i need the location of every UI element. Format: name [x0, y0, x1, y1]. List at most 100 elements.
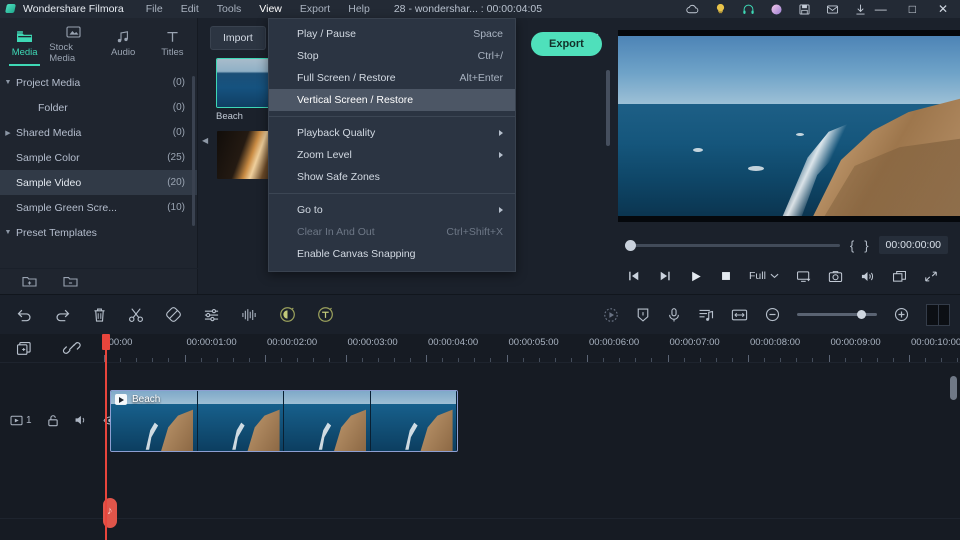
tab-titles[interactable]: Titles: [148, 18, 197, 66]
audio-detach-icon[interactable]: [698, 307, 714, 323]
menu-item-vertical-screen-restore[interactable]: Vertical Screen / Restore: [269, 89, 515, 111]
link-chain-icon[interactable]: [64, 341, 80, 355]
library-scrollbar[interactable]: [192, 76, 195, 226]
sidebar-item-sample-color[interactable]: Sample Color (25): [0, 145, 197, 170]
undo-icon[interactable]: [16, 307, 33, 322]
menu-export[interactable]: Export: [300, 3, 330, 15]
sidebar-item-sample-video[interactable]: Sample Video (20): [0, 170, 197, 195]
menu-item-full-screen-restore[interactable]: Full Screen / Restore Alt+Enter: [269, 67, 515, 89]
lightbulb-icon[interactable]: [714, 3, 727, 16]
playhead[interactable]: [105, 334, 107, 540]
menu-item-go-to[interactable]: Go to: [269, 199, 515, 221]
fullscreen-icon[interactable]: [924, 270, 938, 283]
menu-edit[interactable]: Edit: [181, 3, 199, 15]
prev-frame-icon[interactable]: [627, 270, 641, 282]
screen-record-icon[interactable]: [796, 270, 811, 283]
menu-item-play-pause[interactable]: Play / Pause Space: [269, 23, 515, 45]
mark-out-button[interactable]: }: [864, 238, 868, 253]
snapshot-camera-icon[interactable]: [828, 270, 843, 283]
timeline-panel: :00:0000:00:01:0000:00:02:0000:00:03:000…: [0, 334, 960, 540]
menu-file[interactable]: File: [146, 3, 163, 15]
media-browser-scrollbar[interactable]: [606, 70, 610, 146]
timeline-clip-beach[interactable]: Beach: [110, 390, 458, 452]
pop-out-icon[interactable]: [892, 270, 907, 283]
sidebar-item-sample-green-screen[interactable]: Sample Green Scre... (10): [0, 195, 197, 220]
fit-timeline-icon[interactable]: [731, 308, 748, 322]
quality-dropdown[interactable]: Full: [749, 270, 779, 282]
titlebar-icon-group: [686, 3, 875, 16]
menu-bar: File Edit Tools View Export Help: [146, 3, 370, 15]
timeline-vertical-scrollbar[interactable]: [950, 376, 957, 400]
close-button[interactable]: ✕: [938, 3, 948, 15]
color-swatch[interactable]: [926, 304, 950, 326]
menu-item-stop[interactable]: Stop Ctrl+/: [269, 45, 515, 67]
save-icon[interactable]: [798, 3, 811, 16]
redo-icon[interactable]: [54, 307, 71, 322]
twisty-icon[interactable]: ▶: [0, 129, 16, 137]
playhead-handle[interactable]: [102, 334, 110, 350]
headphone-icon[interactable]: [742, 3, 755, 16]
marker-icon[interactable]: [636, 307, 650, 323]
play-icon[interactable]: [689, 270, 703, 283]
clip-title: Beach: [132, 394, 160, 405]
auto-caption-icon[interactable]: [317, 306, 334, 323]
preview-progress-slider[interactable]: [625, 244, 840, 247]
maximize-button[interactable]: □: [909, 3, 916, 15]
delete-icon[interactable]: [92, 307, 107, 323]
export-button[interactable]: Export: [531, 32, 602, 56]
stop-icon[interactable]: [720, 270, 732, 282]
tab-stock-media[interactable]: Stock Media: [49, 18, 98, 66]
voiceover-mic-icon[interactable]: [667, 307, 681, 323]
split-scissors-icon[interactable]: [128, 307, 144, 323]
account-avatar-icon[interactable]: [770, 3, 783, 16]
volume-icon[interactable]: [860, 270, 875, 283]
preview-video-canvas[interactable]: [618, 30, 960, 222]
zoom-slider-knob[interactable]: [857, 310, 866, 319]
sidebar-item-project-media[interactable]: ▼ Project Media (0): [0, 70, 197, 95]
collapse-panel-arrow-icon[interactable]: ◀: [202, 136, 208, 145]
mail-icon[interactable]: [826, 3, 839, 16]
twisty-icon[interactable]: ▼: [0, 229, 16, 236]
minimize-button[interactable]: —: [875, 3, 887, 15]
menu-help[interactable]: Help: [348, 3, 370, 15]
menu-item-show-safe-zones[interactable]: Show Safe Zones: [269, 166, 515, 188]
download-icon[interactable]: [854, 3, 867, 16]
ruler-tick-label: 00:00:09:00: [831, 337, 881, 348]
sidebar-item-shared-media[interactable]: ▶ Shared Media (0): [0, 120, 197, 145]
menu-view[interactable]: View: [259, 3, 282, 15]
menu-item-zoom-level[interactable]: Zoom Level: [269, 144, 515, 166]
lock-icon[interactable]: [47, 414, 59, 427]
zoom-slider[interactable]: [797, 313, 877, 316]
twisty-icon[interactable]: ▼: [0, 79, 16, 86]
library-panel: Media Stock Media Audio: [0, 18, 198, 294]
mute-icon[interactable]: [74, 414, 88, 426]
crop-disable-icon[interactable]: [165, 306, 182, 323]
render-preview-icon[interactable]: [603, 307, 619, 323]
mark-in-button[interactable]: {: [850, 238, 854, 253]
timeline-ruler[interactable]: :00:0000:00:01:0000:00:02:0000:00:03:000…: [104, 334, 960, 362]
remove-folder-icon[interactable]: [63, 275, 78, 288]
adjust-sliders-icon[interactable]: [203, 307, 220, 323]
audio-waveform-icon[interactable]: [241, 307, 258, 323]
color-match-icon[interactable]: [279, 306, 296, 323]
tab-audio[interactable]: Audio: [99, 18, 148, 66]
zoom-out-icon[interactable]: [765, 307, 780, 322]
import-button[interactable]: Import: [210, 26, 266, 50]
cloud-icon[interactable]: [686, 3, 699, 16]
preview-transport-controls: Full: [613, 261, 960, 291]
preview-timecode[interactable]: 00:00:00:00: [879, 236, 948, 254]
ruler-tick-label: 00:00:05:00: [509, 337, 559, 348]
chevron-down-icon: [770, 273, 779, 279]
sidebar-item-folder[interactable]: Folder (0): [0, 95, 197, 120]
tab-media[interactable]: Media: [0, 18, 49, 66]
new-folder-icon[interactable]: [22, 275, 37, 288]
next-frame-icon[interactable]: [658, 270, 672, 282]
preview-progress-knob[interactable]: [625, 240, 636, 251]
submenu-arrow-icon: [499, 130, 503, 136]
zoom-in-icon[interactable]: [894, 307, 909, 322]
menu-tools[interactable]: Tools: [217, 3, 242, 15]
sidebar-item-preset-templates[interactable]: ▼ Preset Templates: [0, 220, 197, 245]
menu-item-playback-quality[interactable]: Playback Quality: [269, 122, 515, 144]
menu-item-enable-canvas-snapping[interactable]: Enable Canvas Snapping: [269, 243, 515, 265]
add-media-icon[interactable]: [16, 341, 32, 356]
